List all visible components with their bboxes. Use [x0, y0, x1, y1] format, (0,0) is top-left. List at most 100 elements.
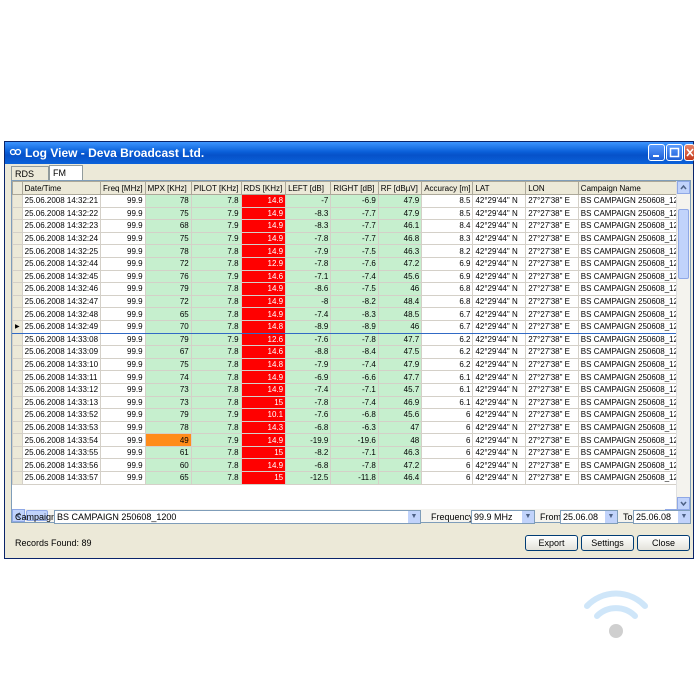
export-button[interactable]: Export: [525, 535, 578, 551]
row-selector[interactable]: [12, 471, 23, 485]
table-cell: 7.9: [190, 269, 242, 284]
table-cell: 46.3: [377, 244, 423, 258]
table-cell: 99.9: [100, 319, 146, 334]
tab-fm-log[interactable]: FM Log: [49, 165, 83, 192]
table-cell: BS CAMPAIGN 250608_1200: [577, 445, 690, 460]
column-header[interactable]: LAT: [472, 181, 527, 195]
table-row[interactable]: 25.06.2008 14:32:22 99.9 75 7.9 14.9 -8.3 -7.7…: [12, 206, 690, 221]
table-cell: 7.8: [190, 395, 242, 410]
table-cell: 6: [421, 408, 474, 422]
table-row[interactable]: 25.06.2008 14:33:09 99.9 67 7.8 14.6 -8.8 -8.4…: [12, 345, 690, 359]
wifi-icon: [584, 590, 648, 638]
row-selector[interactable]: [12, 282, 23, 296]
row-selector[interactable]: [12, 458, 23, 473]
table-row[interactable]: 25.06.2008 14:32:24 99.9 75 7.9 14.9 -7.8 -7.7…: [12, 231, 690, 246]
to-date-picker[interactable]: 25.06.08 ▼: [633, 510, 691, 524]
row-selector[interactable]: [12, 420, 23, 435]
scroll-up-button[interactable]: [677, 181, 690, 194]
row-selector[interactable]: [12, 433, 23, 447]
table-row[interactable]: 25.06.2008 14:32:46 99.9 79 7.8 14.9 -8.6 -7.5…: [12, 282, 690, 296]
table-cell: 49: [144, 433, 192, 447]
table-row[interactable]: 25.06.2008 14:33:57 99.9 65 7.8 15 -12.5 -11.8…: [12, 471, 690, 485]
table-cell: 14.8: [240, 194, 287, 208]
row-selector[interactable]: [12, 269, 23, 284]
table-row[interactable]: 25.06.2008 14:33:54 99.9 49 7.9 14.9 -19.9 -19…: [12, 433, 690, 447]
table-row[interactable]: 25.06.2008 14:32:21 99.9 78 7.8 14.8 -7 -6.9 47…: [12, 194, 690, 208]
column-header[interactable]: RDS [KHz]: [240, 181, 287, 195]
close-button[interactable]: Close: [637, 535, 690, 551]
current-row-indicator-icon[interactable]: ▶: [12, 319, 23, 334]
row-selector[interactable]: [12, 332, 23, 347]
table-row[interactable]: 25.06.2008 14:33:11 99.9 74 7.8 14.9 -6.9 -6.6…: [12, 370, 690, 384]
to-date-value: 25.06.08: [636, 512, 672, 522]
row-selector[interactable]: [12, 294, 23, 309]
row-selector[interactable]: [12, 307, 23, 321]
row-selector[interactable]: [12, 395, 23, 410]
vertical-scrollbar[interactable]: [676, 181, 690, 510]
table-row[interactable]: 25.06.2008 14:33:56 99.9 60 7.8 14.9 -6.8 -7.8…: [12, 458, 690, 473]
from-date-picker[interactable]: 25.06.08 ▼: [560, 510, 618, 524]
column-header[interactable]: Accuracy [m]: [421, 181, 474, 195]
row-selector[interactable]: [12, 408, 23, 422]
vertical-scroll-thumb[interactable]: [678, 209, 689, 279]
title-bar[interactable]: Log View - Deva Broadcast Ltd.: [5, 142, 695, 164]
frequency-select[interactable]: 99.9 MHz ▼: [471, 510, 535, 524]
column-header[interactable]: MPX [KHz]: [144, 181, 192, 195]
records-found: Records Found: 89: [15, 538, 92, 548]
column-header[interactable]: RIGHT [dB]: [330, 181, 379, 195]
table-row[interactable]: 25.06.2008 14:32:45 99.9 76 7.9 14.6 -7.1 -7.4…: [12, 269, 690, 284]
table-cell: 99.9: [100, 332, 146, 347]
table-cell: 45.6: [377, 408, 423, 422]
table-row[interactable]: 25.06.2008 14:32:23 99.9 68 7.9 14.9 -8.3 -7.7…: [12, 219, 690, 233]
row-selector[interactable]: [12, 382, 23, 397]
settings-button[interactable]: Settings: [581, 535, 634, 551]
table-row[interactable]: 25.06.2008 14:33:08 99.9 79 7.9 12.6 -7.6 -7.8…: [12, 332, 690, 347]
app-icon: [9, 148, 22, 156]
column-header[interactable]: Date/Time: [21, 181, 102, 195]
minimize-button[interactable]: [648, 144, 665, 161]
table-cell: 74: [144, 370, 192, 384]
table-cell: 61: [144, 445, 192, 460]
row-selector[interactable]: [12, 357, 23, 372]
table-row[interactable]: ▶ 25.06.2008 14:32:49 99.9 70 7.8 14.8 -8.9 -8.…: [12, 319, 690, 334]
table-row[interactable]: 25.06.2008 14:33:53 99.9 78 7.8 14.3 -6.8 -6.3…: [12, 420, 690, 435]
table-row[interactable]: 25.06.2008 14:32:25 99.9 78 7.8 14.9 -7.9 -7.5…: [12, 244, 690, 258]
row-selector[interactable]: [12, 206, 23, 221]
column-header[interactable]: LON: [525, 181, 579, 195]
table-row[interactable]: 25.06.2008 14:32:47 99.9 72 7.8 14.9 -8 -8.2 48…: [12, 294, 690, 309]
row-selector[interactable]: [12, 219, 23, 233]
scroll-down-button[interactable]: [677, 497, 690, 510]
table-cell: 99.9: [100, 244, 146, 258]
column-header[interactable]: Campaign Name: [577, 181, 690, 195]
from-label: From: [540, 512, 561, 522]
table-row[interactable]: 25.06.2008 14:33:13 99.9 73 7.8 15 -7.8 -7.4 46…: [12, 395, 690, 410]
table-cell: 25.06.2008 14:32:24: [21, 231, 102, 246]
fm-log-grid[interactable]: Date/Time Freq [MHz] MPX [KHz] PILOT [KHz] R…: [11, 180, 691, 523]
row-selector[interactable]: [12, 244, 23, 258]
row-selector[interactable]: [12, 445, 23, 460]
table-row[interactable]: 25.06.2008 14:33:55 99.9 61 7.8 15 -8.2 -7.1 46…: [12, 445, 690, 460]
table-row[interactable]: 25.06.2008 14:32:44 99.9 72 7.8 12.9 -7.8 -7.6…: [12, 256, 690, 271]
table-row[interactable]: 25.06.2008 14:32:48 99.9 65 7.8 14.9 -7.4 -8.3…: [12, 307, 690, 321]
row-selector[interactable]: [12, 345, 23, 359]
table-cell: -7.4: [330, 357, 379, 372]
close-window-button[interactable]: [684, 144, 695, 161]
maximize-button[interactable]: [666, 144, 683, 161]
tab-rds-log[interactable]: RDS Log: [11, 166, 49, 193]
table-row[interactable]: 25.06.2008 14:33:10 99.9 75 7.8 14.8 -7.9 -7.4…: [12, 357, 690, 372]
column-header[interactable]: Freq [MHz]: [100, 181, 146, 195]
table-row[interactable]: 25.06.2008 14:33:12 99.9 73 7.8 14.9 -7.4 -7.1…: [12, 382, 690, 397]
table-cell: -12.5: [285, 471, 332, 485]
column-header[interactable]: RF [dBµV]: [377, 181, 423, 195]
row-selector[interactable]: [12, 231, 23, 246]
column-header[interactable]: PILOT [KHz]: [190, 181, 242, 195]
table-row[interactable]: 25.06.2008 14:33:52 99.9 79 7.9 10.1 -7.6 -6.8…: [12, 408, 690, 422]
campaign-select[interactable]: BS CAMPAIGN 250608_1200 ▼: [54, 510, 421, 524]
row-selector[interactable]: [12, 194, 23, 208]
row-selector[interactable]: [12, 256, 23, 271]
column-header[interactable]: LEFT [dB]: [285, 181, 332, 195]
row-selector[interactable]: [12, 370, 23, 384]
table-cell: 27°27'38" E: [525, 445, 579, 460]
table-cell: 14.9: [240, 458, 287, 473]
table-cell: 99.9: [100, 420, 146, 435]
